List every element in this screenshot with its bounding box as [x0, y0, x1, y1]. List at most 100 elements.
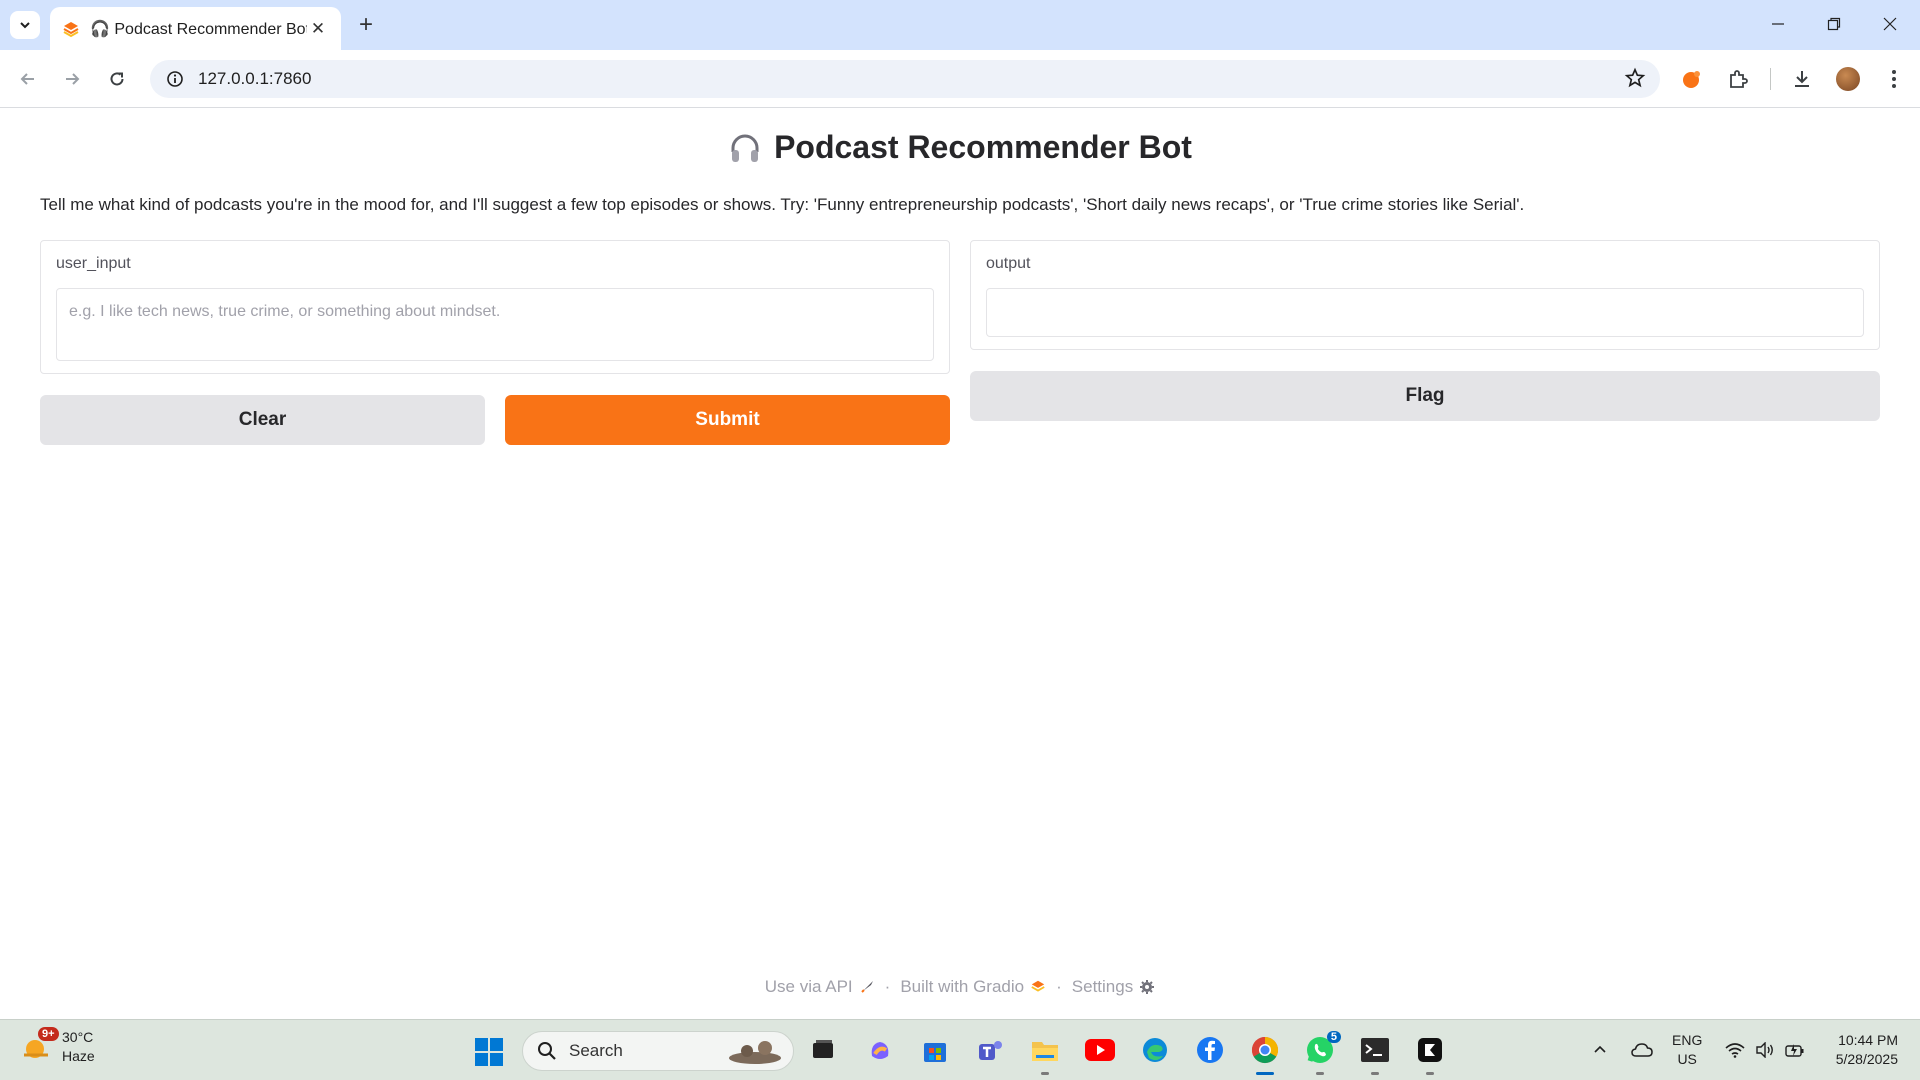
close-window-button[interactable]: [1862, 0, 1918, 48]
clear-button[interactable]: Clear: [40, 395, 485, 445]
flag-button[interactable]: Flag: [970, 371, 1880, 421]
region-code: US: [1677, 1051, 1697, 1067]
settings-text: Settings: [1071, 977, 1134, 996]
minimize-button[interactable]: [1750, 0, 1806, 48]
user-input-field[interactable]: [57, 289, 933, 360]
clock-time: 10:44 PM: [1838, 1032, 1898, 1048]
close-tab-icon[interactable]: ✕: [307, 18, 329, 40]
footer-separator: ·: [884, 977, 891, 996]
reload-button[interactable]: [101, 63, 133, 95]
restore-button[interactable]: [1806, 0, 1862, 48]
toolbar-divider: [1770, 68, 1771, 90]
footer-separator: ·: [1056, 977, 1062, 996]
chevron-down-icon: [20, 22, 30, 29]
microsoft-store-icon[interactable]: [918, 1033, 952, 1067]
address-bar[interactable]: 127.0.0.1:7860: [150, 60, 1660, 98]
gradio-footer: Use via API · Built with Gradio · Settin…: [0, 977, 1920, 997]
extension-claude-icon[interactable]: [1676, 63, 1708, 95]
whatsapp-icon[interactable]: 5: [1303, 1031, 1341, 1067]
weather-condition: Haze: [62, 1048, 95, 1064]
downloads-icon[interactable]: [1786, 63, 1818, 95]
gradio-app: Podcast Recommender Bot Tell me what kin…: [0, 109, 1920, 1019]
use-via-api-text: Use via API: [764, 977, 853, 996]
url-text[interactable]: 127.0.0.1:7860: [198, 69, 311, 89]
running-indicator: [1426, 1072, 1434, 1075]
gradio-logo-icon: [1031, 980, 1045, 992]
file-explorer-icon[interactable]: [1028, 1033, 1062, 1067]
facebook-icon[interactable]: [1193, 1033, 1227, 1067]
clock-date: 5/28/2025: [1835, 1051, 1898, 1067]
tab-title: 🎧 Podcast Recommender Bot: [90, 20, 307, 38]
input-textbox: [56, 288, 934, 361]
input-panel: user_input: [40, 240, 950, 374]
teams-icon[interactable]: [973, 1033, 1007, 1067]
close-icon: [1883, 17, 1897, 31]
start-button[interactable]: [474, 1037, 504, 1067]
chrome-icon[interactable]: [1248, 1033, 1282, 1067]
arrow-right-icon: [66, 73, 80, 85]
page-title: Podcast Recommender Bot: [774, 129, 1192, 165]
language-code: ENG: [1672, 1032, 1703, 1048]
volume-icon[interactable]: [1752, 1032, 1778, 1068]
restore-icon: [1827, 17, 1841, 31]
output-field[interactable]: [987, 289, 1863, 336]
site-info-icon[interactable]: [156, 60, 194, 98]
active-app-indicator: [1256, 1072, 1274, 1075]
search-placeholder: Search: [569, 1041, 623, 1060]
minimize-icon: [1772, 23, 1784, 25]
input-language-indicator[interactable]: ENG US: [1672, 1031, 1702, 1069]
settings-link[interactable]: Settings: [1072, 977, 1155, 997]
page-description: Tell me what kind of podcasts you're in …: [40, 195, 1525, 214]
back-button[interactable]: [12, 63, 44, 95]
system-clock[interactable]: 10:44 PM 5/28/2025: [1820, 1031, 1898, 1069]
input-label: user_input: [56, 255, 131, 272]
page-header: Podcast Recommender Bot: [0, 129, 1920, 166]
chevron-up-icon: [1594, 1045, 1606, 1053]
weather-widget[interactable]: 9+ 30°C Haze: [20, 1027, 95, 1066]
edge-icon[interactable]: [1138, 1033, 1172, 1067]
browser-toolbar: 127.0.0.1:7860: [0, 50, 1920, 108]
new-tab-button[interactable]: +: [352, 11, 380, 39]
gradio-logo-icon: [63, 21, 79, 37]
wifi-icon[interactable]: [1722, 1032, 1748, 1068]
extensions-puzzle-icon[interactable]: [1722, 63, 1754, 95]
forward-button[interactable]: [56, 63, 88, 95]
running-indicator: [1041, 1072, 1049, 1075]
tab-search-button[interactable]: [10, 11, 40, 39]
chrome-menu-icon[interactable]: [1878, 63, 1910, 95]
gear-icon: [1140, 980, 1155, 994]
arrow-left-icon: [20, 73, 34, 85]
built-with-gradio-link[interactable]: Built with Gradio: [900, 977, 1046, 997]
rocket-icon: [860, 981, 873, 993]
search-highlight-icon: [729, 1041, 781, 1064]
output-textbox: [986, 288, 1864, 337]
taskbar-search[interactable]: Search: [522, 1031, 794, 1071]
profile-avatar[interactable]: [1836, 67, 1860, 91]
battery-icon[interactable]: [1782, 1032, 1808, 1068]
built-with-gradio-text: Built with Gradio: [900, 977, 1025, 996]
weather-notification-badge: 9+: [38, 1027, 59, 1041]
task-view-icon[interactable]: [806, 1033, 840, 1067]
browser-tab[interactable]: 🎧 Podcast Recommender Bot ✕: [50, 7, 341, 50]
windows-taskbar: 9+ 30°C Haze Search 5 ENG US 10:44 PM 5/…: [0, 1019, 1920, 1080]
bookmark-star-icon[interactable]: [1624, 67, 1646, 94]
running-indicator: [1316, 1072, 1324, 1075]
onedrive-icon[interactable]: [1628, 1032, 1656, 1068]
running-indicator: [1371, 1072, 1379, 1075]
weather-sun-icon: 9+: [20, 1027, 59, 1065]
headphones-icon: [731, 134, 759, 162]
use-via-api-link[interactable]: Use via API: [765, 977, 875, 997]
terminal-icon[interactable]: [1358, 1033, 1392, 1067]
output-label: output: [986, 255, 1031, 272]
search-icon: [538, 1042, 556, 1060]
browser-tab-bar: 🎧 Podcast Recommender Bot ✕ +: [0, 0, 1920, 50]
copilot-icon[interactable]: [863, 1033, 897, 1067]
submit-button[interactable]: Submit: [505, 395, 950, 445]
reload-icon: [110, 72, 124, 86]
temperature: 30°C: [62, 1029, 94, 1045]
whatsapp-unread-badge: 5: [1326, 1031, 1341, 1043]
show-hidden-icons-button[interactable]: [1588, 1032, 1612, 1068]
youtube-icon[interactable]: [1083, 1033, 1117, 1067]
windows-logo-icon: [475, 1038, 503, 1066]
app-icon[interactable]: [1413, 1033, 1447, 1067]
